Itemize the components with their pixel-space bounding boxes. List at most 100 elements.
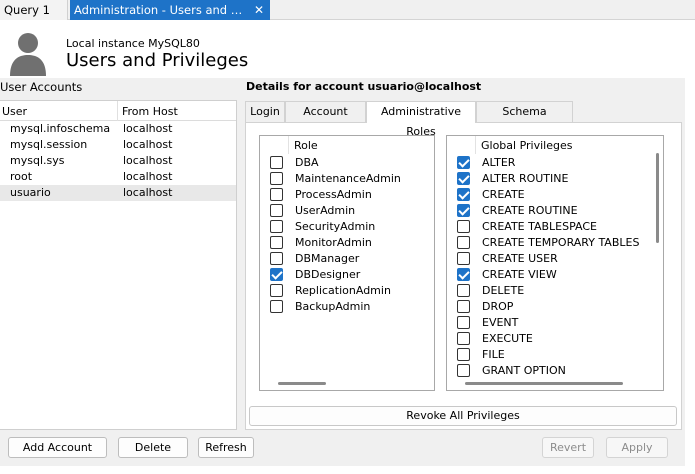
revoke-all-privileges-button[interactable]: Revoke All Privileges (249, 406, 677, 426)
checkbox-row[interactable]: UserAdmin (270, 203, 434, 219)
checkbox-label: CREATE ROUTINE (482, 204, 578, 217)
bottom-band (0, 466, 685, 474)
checkbox-unchecked[interactable] (457, 364, 470, 377)
checkbox-unchecked[interactable] (457, 348, 470, 361)
apply-button[interactable]: Apply (606, 437, 668, 458)
checkbox-row[interactable]: BackupAdmin (270, 299, 434, 315)
checkbox-label: DELETE (482, 284, 525, 297)
privileges-horizontal-scrollbar[interactable] (465, 382, 623, 385)
user-cell: root (10, 170, 33, 183)
checkbox-row[interactable]: DBDesigner (270, 267, 434, 283)
table-row-selected[interactable]: usuario localhost (0, 185, 236, 201)
checkbox-unchecked[interactable] (457, 252, 470, 265)
checkbox-unchecked[interactable] (457, 284, 470, 297)
checkbox-unchecked[interactable] (270, 156, 283, 169)
checkbox-row[interactable]: GRANT OPTION (457, 363, 657, 379)
checkbox-row[interactable]: DROP (457, 299, 657, 315)
checkbox-unchecked[interactable] (270, 284, 283, 297)
table-row[interactable]: root localhost (0, 169, 236, 185)
user-cell: mysql.sys (10, 154, 65, 167)
checkbox-unchecked[interactable] (270, 204, 283, 217)
global-privileges-list[interactable]: Global Privileges ALTER ALTER ROUTINE CREA… (446, 135, 664, 391)
delete-button[interactable]: Delete (118, 437, 188, 458)
checkbox-row[interactable]: CREATE ROUTINE (457, 203, 657, 219)
checkbox-row[interactable]: CREATE TABLESPACE (457, 219, 657, 235)
checkbox-row[interactable]: DELETE (457, 283, 657, 299)
checkbox-label: EVENT (482, 316, 519, 329)
checkbox-row[interactable]: DBManager (270, 251, 434, 267)
checkbox-row[interactable]: ALTER (457, 155, 657, 171)
checkbox-checked[interactable] (457, 268, 470, 281)
checkbox-unchecked[interactable] (457, 316, 470, 329)
checkbox-checked[interactable] (457, 188, 470, 201)
tab-administrative-roles[interactable]: Administrative Roles (366, 101, 476, 138)
user-cell: mysql.session (10, 138, 88, 151)
checkbox-row[interactable]: ProcessAdmin (270, 187, 434, 203)
checkbox-label: CREATE VIEW (482, 268, 557, 281)
document-tab-strip: Query 1 Administration - Users and Privi… (0, 0, 695, 20)
checkbox-unchecked[interactable] (270, 220, 283, 233)
revert-button[interactable]: Revert (542, 437, 594, 458)
table-row[interactable]: mysql.session localhost (0, 137, 236, 153)
checkbox-row[interactable]: SecurityAdmin (270, 219, 434, 235)
host-cell: localhost (123, 170, 173, 183)
page-header: Local instance MySQL80 Users and Privile… (0, 20, 685, 78)
roles-horizontal-scrollbar[interactable] (278, 382, 326, 385)
checkbox-checked[interactable] (457, 172, 470, 185)
checkbox-row[interactable]: CREATE (457, 187, 657, 203)
checkbox-unchecked[interactable] (457, 300, 470, 313)
checkbox-unchecked[interactable] (270, 300, 283, 313)
add-account-button[interactable]: Add Account (8, 437, 107, 458)
checkbox-label: MaintenanceAdmin (295, 172, 401, 185)
tab-schema-privileges[interactable]: Schema Privileges (476, 101, 573, 138)
checkbox-unchecked[interactable] (457, 332, 470, 345)
checkbox-unchecked[interactable] (457, 220, 470, 233)
user-cell: usuario (10, 186, 51, 199)
checkbox-row[interactable]: FILE (457, 347, 657, 363)
checkbox-label: CREATE TABLESPACE (482, 220, 598, 233)
details-tab-bar: Login Account Limits Administrative Role… (245, 101, 685, 138)
tab-account-limits[interactable]: Account Limits (285, 101, 366, 138)
checkbox-unchecked[interactable] (457, 236, 470, 249)
checkbox-row[interactable]: ALTER ROUTINE (457, 171, 657, 187)
checkbox-row[interactable]: MaintenanceAdmin (270, 171, 434, 187)
close-icon[interactable]: ✕ (254, 0, 264, 20)
checkbox-unchecked[interactable] (270, 172, 283, 185)
checkbox-checked[interactable] (270, 268, 283, 281)
table-row[interactable]: mysql.infoschema localhost (0, 121, 236, 137)
checkbox-checked[interactable] (457, 156, 470, 169)
checkbox-row[interactable]: CREATE TEMPORARY TABLES (457, 235, 657, 251)
checkbox-label: BackupAdmin (295, 300, 371, 313)
checkbox-checked[interactable] (457, 204, 470, 217)
tab-login[interactable]: Login (245, 101, 285, 122)
roles-list[interactable]: Role DBA MaintenanceAdmin ProcessAdmin User… (259, 135, 435, 391)
column-header-user[interactable]: User (2, 105, 27, 118)
user-cell: mysql.infoschema (10, 122, 111, 135)
checkbox-label: DBA (295, 156, 319, 169)
checkbox-row[interactable]: DBA (270, 155, 434, 171)
column-header-host[interactable]: From Host (122, 105, 178, 118)
checkbox-unchecked[interactable] (270, 252, 283, 265)
checkbox-label: DROP (482, 300, 514, 313)
user-avatar-icon (10, 33, 46, 76)
checkbox-unchecked[interactable] (270, 188, 283, 201)
right-gutter (685, 20, 695, 474)
user-accounts-list[interactable]: User From Host mysql.infoschema localhos… (0, 100, 237, 430)
page-title: Users and Privileges (66, 50, 249, 71)
refresh-button[interactable]: Refresh (198, 437, 254, 458)
privileges-vertical-scrollbar[interactable] (656, 153, 659, 243)
checkbox-row[interactable]: CREATE VIEW (457, 267, 657, 283)
column-divider[interactable] (117, 101, 118, 121)
checkbox-row[interactable]: EVENT (457, 315, 657, 331)
checkbox-unchecked[interactable] (270, 236, 283, 249)
tab-administration-users[interactable]: Administration - Users and Privileges ✕ (70, 0, 270, 20)
checkbox-row[interactable]: CREATE USER (457, 251, 657, 267)
checkbox-row[interactable]: EXECUTE (457, 331, 657, 347)
table-row[interactable]: mysql.sys localhost (0, 153, 236, 169)
checkbox-label: CREATE TEMPORARY TABLES (482, 236, 640, 249)
roles-column-header: Role (294, 139, 318, 152)
tab-query-1[interactable]: Query 1 (0, 0, 68, 20)
checkbox-row[interactable]: ReplicationAdmin (270, 283, 434, 299)
checkbox-row[interactable]: MonitorAdmin (270, 235, 434, 251)
user-accounts-label: User Accounts (0, 80, 83, 94)
